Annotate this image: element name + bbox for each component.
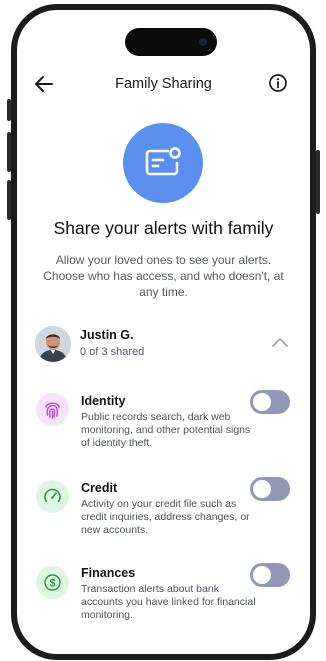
avatar <box>35 326 71 362</box>
member-shared-count: 0 of 3 shared <box>80 346 145 358</box>
fingerprint-icon <box>36 393 69 426</box>
credit-toggle[interactable] <box>250 477 290 501</box>
dollar-icon: $ <box>36 566 69 599</box>
alert-card-icon-circle <box>123 123 203 203</box>
toggle-knob <box>253 393 271 411</box>
identity-title: Identity <box>81 394 126 408</box>
alert-card-icon <box>145 147 181 176</box>
finances-title: Finances <box>81 566 136 580</box>
finances-toggle[interactable] <box>250 563 290 587</box>
chevron-up-icon[interactable] <box>271 336 289 348</box>
screen: Family Sharing Share your alerts with fa… <box>17 10 310 654</box>
gauge-icon <box>36 480 69 513</box>
headline: Share your alerts with family <box>53 218 274 238</box>
dynamic-island <box>125 28 217 56</box>
credit-title: Credit <box>81 481 118 495</box>
identity-description: Public records search, dark web monitori… <box>81 411 251 449</box>
page-title: Family Sharing <box>115 76 212 92</box>
credit-icon-circle <box>36 480 69 513</box>
credit-description: Activity on your credit file such as cre… <box>81 498 250 536</box>
phone-frame: Family Sharing Share your alerts with fa… <box>11 4 316 660</box>
power-button <box>316 150 320 214</box>
finances-icon-circle: $ <box>36 566 69 599</box>
member-name: Justin G. <box>80 328 134 342</box>
toggle-knob <box>253 566 271 584</box>
identity-toggle[interactable] <box>250 390 290 414</box>
description: Allow your loved ones to see your alerts… <box>43 253 284 299</box>
info-icon[interactable] <box>268 73 288 93</box>
finances-description: Transaction alerts about bank accounts y… <box>81 583 256 621</box>
svg-text:$: $ <box>49 578 55 590</box>
camera-icon <box>199 38 207 46</box>
toggle-knob <box>253 480 271 498</box>
identity-icon-circle <box>36 393 69 426</box>
